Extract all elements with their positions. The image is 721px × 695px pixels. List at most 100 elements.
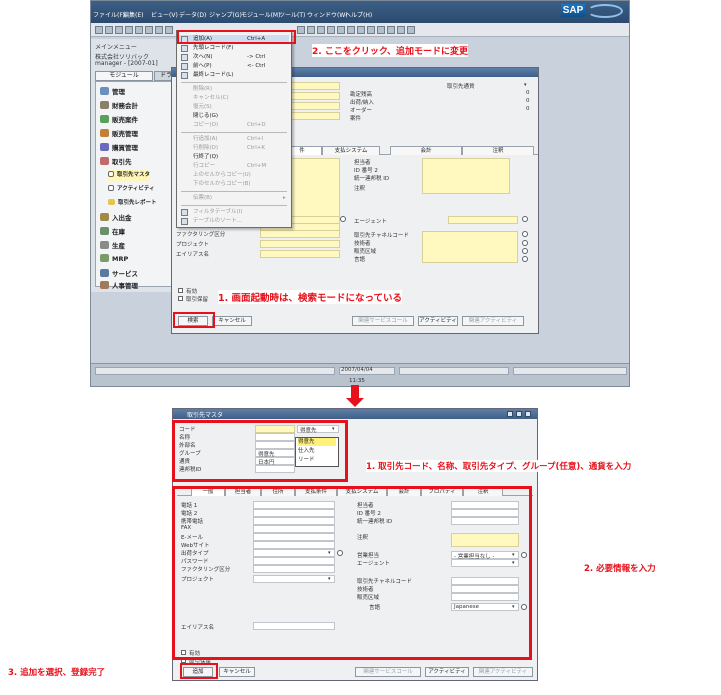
settings-icon[interactable] (377, 26, 385, 34)
menu-edit[interactable]: 編集(E) (123, 10, 143, 19)
next-record-icon[interactable] (337, 26, 345, 34)
close-icon[interactable] (525, 411, 531, 417)
menu-jump[interactable]: ジャンプ(G) (209, 10, 242, 19)
menu-item-next[interactable]: 次へ(N) -> Ctrl (179, 53, 289, 62)
menu-help[interactable]: ヘルプ(H) (345, 10, 372, 19)
module-purchasing[interactable]: 購買管理 (100, 142, 138, 153)
menu-item-remove[interactable]: 削除(R) (179, 85, 289, 94)
link-arrow-icon[interactable] (522, 256, 528, 262)
menu-file[interactable]: ファイル(F) (93, 10, 125, 19)
cancel-button[interactable]: キャンセル (219, 667, 255, 677)
save-icon[interactable] (105, 26, 113, 34)
tab-modules[interactable]: モジュール (95, 71, 153, 81)
menu-item-add-row[interactable]: 行追加(A) Ctrl+I (179, 135, 289, 144)
agent-field[interactable] (448, 216, 518, 224)
orders-value: 0 (526, 106, 530, 112)
excel-icon[interactable] (145, 26, 153, 34)
territory-label: 販売区域 (354, 249, 377, 255)
link-arrow-icon[interactable] (522, 231, 528, 237)
chevron-down-icon[interactable]: ▾ (524, 82, 527, 88)
module-finance[interactable]: 財務会計 (100, 100, 138, 111)
related-service-calls-button[interactable]: 関連サービスコール (352, 316, 414, 326)
status-time: 11:35 (349, 378, 365, 384)
last-record-icon[interactable] (347, 26, 355, 34)
word-icon[interactable] (155, 26, 163, 34)
email-icon[interactable] (135, 26, 143, 34)
active-checkbox[interactable] (178, 288, 183, 293)
pdf-icon[interactable] (165, 26, 173, 34)
menu-item-close[interactable]: 閉じる(G) (179, 112, 289, 121)
alias-field[interactable] (260, 250, 340, 258)
link-arrow-icon[interactable] (522, 240, 528, 246)
module-business-partners[interactable]: 取引先 (100, 156, 132, 167)
open-icon[interactable] (95, 26, 103, 34)
menu-bar: ファイル(F) 編集(E) ビュー(V) データ(D) ジャンプ(G) モジュー… (91, 9, 629, 21)
lower-right-fields[interactable] (422, 231, 518, 263)
minimize-icon[interactable] (507, 411, 513, 417)
id-no2-label: ID 番号 2 (354, 168, 378, 174)
module-opportunities[interactable]: 販売案件 (100, 114, 138, 125)
preview-icon[interactable] (125, 26, 133, 34)
link-arrow-icon[interactable] (522, 248, 528, 254)
activity-button[interactable]: アクティビティ (425, 667, 469, 677)
first-record-icon[interactable] (317, 26, 325, 34)
on-hold-checkbox[interactable] (178, 296, 183, 301)
menu-item-first[interactable]: 先頭レコード(F) (179, 44, 289, 53)
menu-view[interactable]: ビュー(V) (151, 10, 178, 19)
module-sales[interactable]: 販売管理 (100, 128, 138, 139)
menu-item-copy-row[interactable]: 行コピー Ctrl+M (179, 162, 289, 171)
tab-remarks[interactable]: 注釈 (462, 146, 534, 155)
help-icon[interactable] (407, 26, 415, 34)
link-arrow-icon[interactable] (340, 216, 346, 222)
prev-record-icon (181, 63, 188, 70)
module-bp-reports[interactable]: 取引先レポート (108, 198, 157, 209)
module-mrp[interactable]: MRP (100, 254, 128, 265)
activity-button[interactable]: アクティビティ (418, 316, 458, 326)
bp-currency-label: 取引先通貨 (447, 84, 475, 90)
sort-icon[interactable] (367, 26, 375, 34)
related-service-calls-button[interactable]: 関連サービスコール (355, 667, 421, 677)
related-activities-button[interactable]: 関連アクティビティ (473, 667, 533, 677)
menu-item-documents[interactable]: 伝票(B) ▸ (179, 194, 289, 203)
module-production[interactable]: 生産 (100, 240, 125, 251)
module-banking[interactable]: 入出金 (100, 212, 132, 223)
menu-item-close-row[interactable]: 行終了(Q) (179, 153, 289, 162)
menu-item-filter-table[interactable]: フィルタテーブル(I) (179, 208, 289, 217)
calculator-icon[interactable] (387, 26, 395, 34)
menu-item-restore[interactable]: 復元(S) (179, 103, 289, 112)
module-admin[interactable]: 管理 (100, 86, 125, 97)
menu-item-prev[interactable]: 前へ(P) <- Ctrl (179, 62, 289, 71)
menu-item-last[interactable]: 最終レコード(L) (179, 71, 289, 80)
menu-window[interactable]: ウィンドウ(W) (307, 10, 348, 19)
link-arrow-icon[interactable] (522, 216, 528, 222)
menu-item-copy-from-below[interactable]: 下のセルからコピー(B) (179, 180, 289, 189)
find-icon[interactable] (297, 26, 305, 34)
menu-tools[interactable]: ツール(T) (279, 10, 305, 19)
menu-item-duplicate[interactable]: コピー(O) Ctrl+D (179, 121, 289, 130)
project-field[interactable] (260, 240, 340, 248)
filter-icon[interactable] (357, 26, 365, 34)
add-icon[interactable] (307, 26, 315, 34)
print-icon[interactable] (115, 26, 123, 34)
menu-item-delete-row[interactable]: 行削除(D) Ctrl+K (179, 144, 289, 153)
module-activity[interactable]: アクティビティ (108, 184, 155, 195)
prev-record-icon[interactable] (327, 26, 335, 34)
contact-fields[interactable] (422, 158, 510, 194)
alert-icon[interactable] (397, 26, 405, 34)
module-bp-master[interactable]: 取引先マスタ (108, 170, 151, 181)
menu-item-sort-table[interactable]: テーブルのソート... (179, 217, 289, 226)
tab-payment-system[interactable]: 支払システム (322, 146, 380, 155)
menu-item-copy-from-above[interactable]: 上のセルからコピー(U) (179, 171, 289, 180)
menu-modules[interactable]: モジュール(M) (241, 10, 280, 19)
menu-data[interactable]: データ(D) (179, 10, 206, 19)
module-inventory[interactable]: 在庫 (100, 226, 125, 237)
module-service[interactable]: サービス (100, 268, 138, 279)
related-activities-button[interactable]: 関連アクティビティ (462, 316, 524, 326)
factoring-field[interactable] (260, 230, 340, 238)
tab-accounting[interactable]: 会計 (390, 146, 462, 155)
sap-logo: SAP (561, 4, 585, 17)
cancel-button[interactable]: キャンセル (212, 316, 252, 326)
maximize-icon[interactable] (516, 411, 522, 417)
menu-item-cancel[interactable]: キャンセル(C) (179, 94, 289, 103)
module-hr[interactable]: 人事管理 (100, 280, 138, 291)
